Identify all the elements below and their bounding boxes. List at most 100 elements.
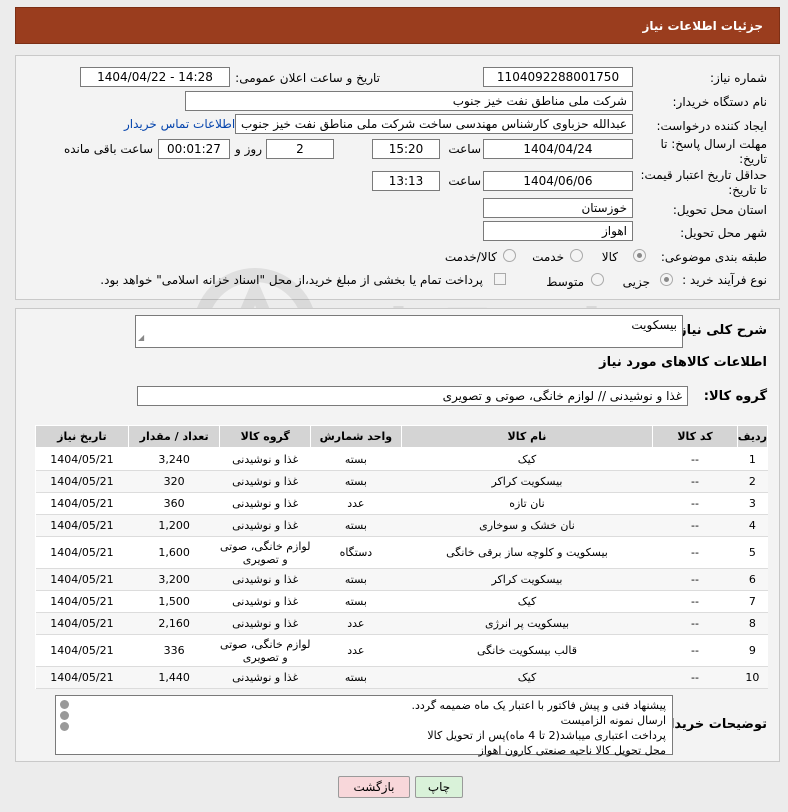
payment-note: پرداخت تمام یا بخشی از مبلغ خرید،از محل … bbox=[100, 273, 483, 287]
cell-need-date: 1404/05/21 bbox=[35, 666, 129, 689]
cell-quantity: 3,200 bbox=[128, 568, 220, 591]
cell-quantity: 336 bbox=[128, 634, 220, 667]
table-row: 9 -- قالب بیسکویت خانگی عدد لوازم خانگی، صوت… bbox=[35, 634, 768, 667]
category-radio-service[interactable] bbox=[570, 249, 583, 262]
announce-label: تاریخ و ساعت اعلان عمومی: bbox=[235, 71, 380, 85]
table-row: 3 -- نان تازه عدد غذا و نوشیدنی 360 1404/05/21 bbox=[35, 492, 768, 515]
buyer-field: شرکت ملی مناطق نفت خیز جنوب bbox=[185, 91, 633, 111]
contact-buyer-link[interactable]: اطلاعات تماس خریدار bbox=[124, 117, 235, 131]
cell-unit: بسته bbox=[310, 447, 402, 471]
treasury-payment-checkbox[interactable] bbox=[494, 273, 506, 285]
cell-item-code: -- bbox=[652, 590, 738, 613]
cell-group: غذا و نوشیدنی bbox=[219, 470, 311, 493]
process-label: نوع فرآیند خرید : bbox=[682, 273, 767, 287]
buyer-notes-field: پیشنهاد فنی و پیش فاکتور با اعتبار یک ما… bbox=[55, 695, 673, 757]
cell-row-number: 10 bbox=[737, 666, 768, 689]
table-row: 7 -- کیک بسته غذا و نوشیدنی 1,500 1404/05/21 bbox=[35, 590, 768, 613]
cell-unit: بسته bbox=[310, 590, 402, 613]
cell-item-name: نان تازه bbox=[401, 492, 653, 515]
deadline-date-field: 1404/04/24 bbox=[483, 139, 633, 159]
table-row: 2 -- بیسکویت کراکر بسته غذا و نوشیدنی 320 1404… bbox=[35, 470, 768, 493]
col-item-code: کد کالا bbox=[652, 425, 738, 448]
validity-label: حداقل تاریخ اعتبار قیمت: تا تاریخ: bbox=[640, 168, 767, 197]
cell-need-date: 1404/05/21 bbox=[35, 536, 129, 569]
cell-item-code: -- bbox=[652, 666, 738, 689]
cell-item-name: کیک bbox=[401, 666, 653, 689]
remaining-label: ساعت باقی مانده bbox=[63, 142, 153, 156]
cell-quantity: 3,240 bbox=[128, 447, 220, 471]
category-option-goods: کالا bbox=[601, 250, 618, 264]
cell-unit: عدد bbox=[310, 492, 402, 515]
validity-time-field: 13:13 bbox=[372, 171, 440, 191]
cell-item-code: -- bbox=[652, 568, 738, 591]
col-quantity: تعداد / مقدار bbox=[127, 425, 221, 448]
resize-grip-icon[interactable]: ◢ bbox=[138, 329, 144, 347]
table-row: 5 -- بیسکویت و کلوچه ساز برقی خانگی دستگاه ل… bbox=[35, 536, 768, 569]
table-header-row: ردیف کد کالا نام کالا واحد شمارش گروه کا… bbox=[35, 425, 769, 448]
cell-row-number: 8 bbox=[737, 612, 768, 635]
print-button[interactable]: چاپ bbox=[415, 776, 463, 798]
days-field: 2 bbox=[266, 139, 334, 159]
table-row: 6 -- بیسکویت کراکر بسته غذا و نوشیدنی 3,200 14… bbox=[35, 568, 768, 591]
category-label: طبقه بندی موضوعی: bbox=[660, 250, 767, 264]
category-radio-both[interactable] bbox=[503, 249, 516, 262]
province-field: خوزستان bbox=[483, 198, 633, 218]
buyer-note-line: ارسال نمونه الزامیست bbox=[560, 714, 666, 727]
page-header: جزئیات اطلاعات نیاز bbox=[15, 7, 780, 44]
notes-scrollbar[interactable] bbox=[58, 698, 70, 752]
category-option-service: خدمت bbox=[532, 250, 564, 264]
cell-group: غذا و نوشیدنی bbox=[219, 666, 311, 689]
cell-item-name: کیک bbox=[401, 590, 653, 613]
col-need-date: تاریخ نیاز bbox=[35, 425, 129, 448]
cell-need-date: 1404/05/21 bbox=[35, 447, 129, 471]
cell-need-date: 1404/05/21 bbox=[35, 470, 129, 493]
creator-label: ایجاد کننده درخواست: bbox=[656, 119, 767, 133]
cell-item-name: بیسکویت و کلوچه ساز برقی خانگی bbox=[401, 536, 653, 569]
col-item-name: نام کالا bbox=[400, 425, 654, 448]
cell-row-number: 3 bbox=[737, 492, 768, 515]
process-option-minor: جزیی bbox=[622, 275, 650, 289]
cell-need-date: 1404/05/21 bbox=[35, 612, 129, 635]
cell-row-number: 7 bbox=[737, 590, 768, 613]
items-title: اطلاعات کالاهای مورد نیاز bbox=[599, 355, 767, 370]
cell-unit: بسته bbox=[310, 514, 402, 537]
cell-item-name: کیک bbox=[401, 447, 653, 471]
cell-group: غذا و نوشیدنی bbox=[219, 492, 311, 515]
group-field: غذا و نوشیدنی // لوازم خانگی، صوتی و تصو… bbox=[137, 386, 688, 406]
cell-item-code: -- bbox=[652, 514, 738, 537]
buyer-note-line: پرداخت اعتباری میباشد(2 تا 4 ماه)پس از ت… bbox=[427, 729, 666, 742]
col-unit: واحد شمارش bbox=[310, 425, 402, 448]
cell-group: غذا و نوشیدنی bbox=[219, 612, 311, 635]
process-option-medium: متوسط bbox=[546, 275, 584, 289]
validity-time-label: ساعت bbox=[448, 174, 481, 188]
cell-row-number: 6 bbox=[737, 568, 768, 591]
cell-row-number: 4 bbox=[737, 514, 768, 537]
process-radio-minor[interactable] bbox=[660, 273, 673, 286]
buyer-notes-label: توضیحات خریدار: bbox=[657, 717, 767, 732]
process-radio-medium[interactable] bbox=[591, 273, 604, 286]
col-row-number: ردیف bbox=[736, 425, 769, 448]
cell-unit: عدد bbox=[310, 612, 402, 635]
need-number-field: 1104092288001750 bbox=[483, 67, 633, 87]
deadline-time-label: ساعت bbox=[448, 142, 481, 156]
cell-row-number: 1 bbox=[737, 447, 768, 471]
cell-need-date: 1404/05/21 bbox=[35, 634, 129, 667]
cell-unit: بسته bbox=[310, 666, 402, 689]
cell-group: لوازم خانگی، صوتی و تصویری bbox=[219, 536, 311, 569]
cell-quantity: 1,500 bbox=[128, 590, 220, 613]
back-button[interactable]: بازگشت bbox=[338, 776, 410, 798]
group-label: گروه کالا: bbox=[703, 389, 767, 404]
cell-group: غذا و نوشیدنی bbox=[219, 447, 311, 471]
cell-group: غذا و نوشیدنی bbox=[219, 590, 311, 613]
cell-unit: بسته bbox=[310, 470, 402, 493]
cell-quantity: 1,200 bbox=[128, 514, 220, 537]
buyer-note-line: پیشنهاد فنی و پیش فاکتور با اعتبار یک ما… bbox=[411, 699, 666, 712]
table-row: 10 -- کیک بسته غذا و نوشیدنی 1,440 1404/05/21 bbox=[35, 666, 768, 689]
cell-row-number: 9 bbox=[737, 634, 768, 667]
col-group: گروه کالا bbox=[219, 425, 312, 448]
category-radio-goods[interactable] bbox=[633, 249, 646, 262]
buyer-label: نام دستگاه خریدار: bbox=[672, 95, 768, 109]
cell-item-code: -- bbox=[652, 447, 738, 471]
cell-need-date: 1404/05/21 bbox=[35, 590, 129, 613]
need-number-label: شماره نیاز: bbox=[710, 71, 767, 85]
